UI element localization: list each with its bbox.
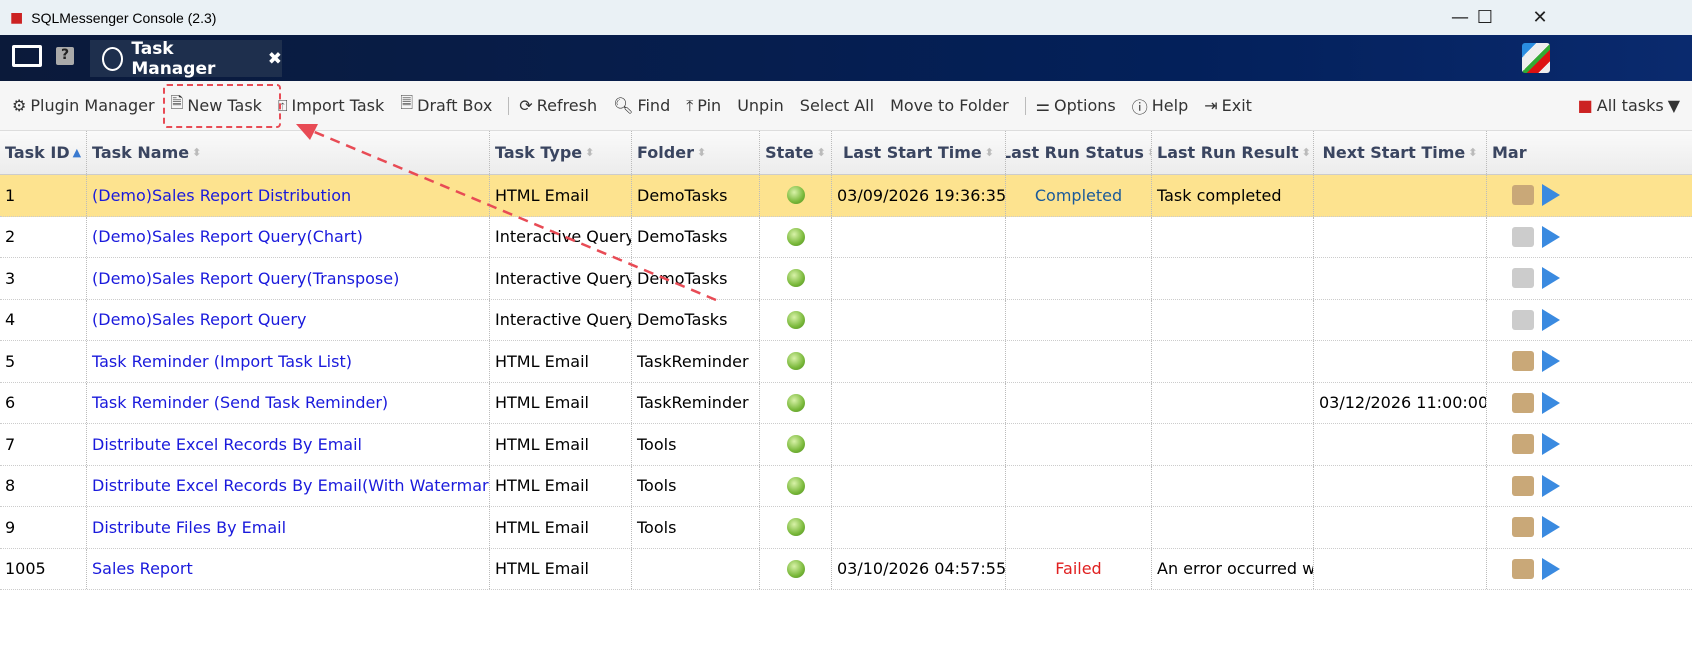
annotation-arrow — [296, 124, 717, 302]
